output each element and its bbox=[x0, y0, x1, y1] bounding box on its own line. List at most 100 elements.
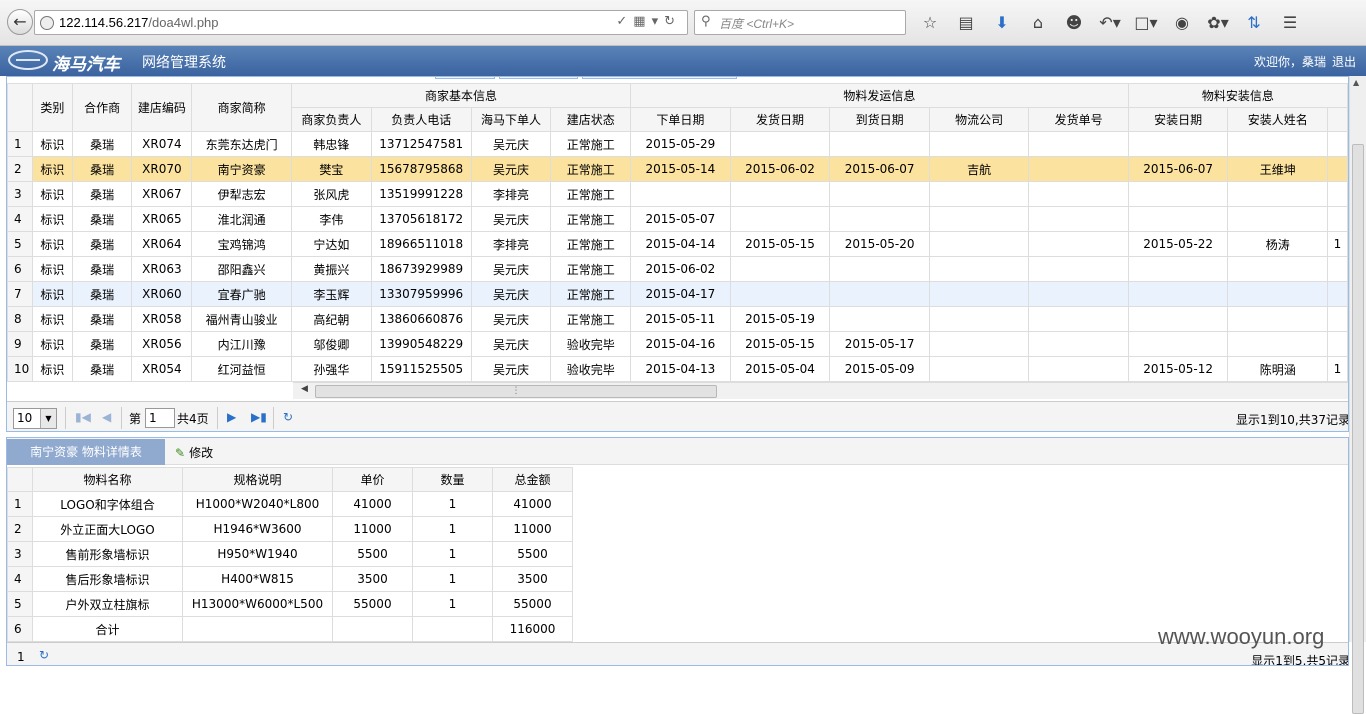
download-icon[interactable]: ⬇ bbox=[984, 10, 1020, 36]
url-bar-icons[interactable]: ✓▦▾↻ bbox=[616, 14, 681, 29]
table-cell: 高纪朝 bbox=[291, 306, 372, 332]
column-header[interactable]: 规格说明 bbox=[182, 467, 333, 492]
table-row[interactable]: 6 标识 桑瑞 XR063 邵阳鑫兴 黄振兴 18673929989 吴元庆 正常施工 2015-… bbox=[7, 256, 1348, 282]
emoji-icon[interactable]: ☻ bbox=[1056, 10, 1092, 36]
table-cell: H950*W1940 bbox=[182, 541, 333, 567]
page-number-input[interactable]: 1 bbox=[145, 408, 175, 428]
table-cell bbox=[1227, 331, 1328, 357]
table-row[interactable]: 1 标识 桑瑞 XR074 东莞东达虎门 韩忠锋 13712547581 吴元庆 正常施工 201… bbox=[7, 131, 1348, 157]
table-row[interactable]: 7 标识 桑瑞 XR060 宜春广驰 李玉辉 13307959996 吴元庆 正常施工 2015-… bbox=[7, 281, 1348, 307]
next-page-icon[interactable]: ▶ bbox=[227, 410, 236, 424]
table-row[interactable]: 6 合计 116000 bbox=[7, 616, 573, 642]
row-number: 6 bbox=[7, 616, 33, 642]
column-header[interactable]: 发货单号 bbox=[1028, 107, 1129, 132]
table-cell: XR063 bbox=[131, 256, 193, 282]
column-header[interactable]: 负责人电话 bbox=[370, 107, 472, 132]
refresh-icon[interactable]: ↻ bbox=[283, 410, 293, 424]
tab-stub[interactable] bbox=[499, 77, 578, 79]
table-cell: 标识 bbox=[31, 356, 73, 382]
horizontal-scrollbar[interactable]: ◀ ⋮ bbox=[293, 382, 1348, 399]
column-header[interactable]: 建店状态 bbox=[550, 107, 632, 132]
table-row[interactable]: 2 标识 桑瑞 XR070 南宁资豪 樊宝 15678795868 吴元庆 正常施工 2015-0… bbox=[7, 156, 1348, 182]
prev-page-icon[interactable]: ◀ bbox=[102, 410, 111, 424]
table-cell: 陈明涵 bbox=[1227, 356, 1328, 382]
column-header[interactable]: 数量 bbox=[412, 467, 493, 492]
table-row[interactable]: 3 售前形象墙标识 H950*W1940 5500 1 5500 bbox=[7, 541, 573, 567]
column-header[interactable]: 安装日期 bbox=[1127, 107, 1229, 132]
table-row[interactable]: 5 标识 桑瑞 XR064 宝鸡锦鸿 宁达如 18966511018 李排亮 正常施工 2015-… bbox=[7, 231, 1348, 257]
detail-page-info: 显示1到5,共5记录 bbox=[1251, 654, 1349, 666]
table-cell bbox=[928, 206, 1030, 232]
table-row[interactable]: 3 标识 桑瑞 XR067 伊犁志宏 张风虎 13519991228 李排亮 正常施工 bbox=[7, 181, 1348, 207]
detail-refresh-icon[interactable]: ↻ bbox=[39, 648, 49, 662]
table-row[interactable]: 2 外立正面大LOGO H1946*W3600 11000 1 11000 bbox=[7, 516, 573, 542]
table-row[interactable]: 1 LOGO和字体组合 H1000*W2040*L800 41000 1 41000 bbox=[7, 491, 573, 517]
table-row[interactable]: 4 售后形象墙标识 H400*W815 3500 1 3500 bbox=[7, 566, 573, 592]
chevron-down-icon[interactable]: ▼ bbox=[40, 409, 56, 428]
search-box[interactable]: ⚲ 百度 <Ctrl+K> bbox=[694, 10, 906, 35]
table-row[interactable]: 8 标识 桑瑞 XR058 福州青山骏业 高纪朝 13860660876 吴元庆 正常施工 201… bbox=[7, 306, 1348, 332]
column-header[interactable]: 商家简称 bbox=[191, 83, 293, 132]
extension-icon[interactable]: ✿▾ bbox=[1200, 10, 1236, 36]
table-cell: 孙强华 bbox=[291, 356, 372, 382]
table-row[interactable]: 10 标识 桑瑞 XR054 红河益恒 孙强华 15911525505 吴元庆 验收完毕 2015… bbox=[7, 356, 1348, 382]
hscroll-thumb[interactable]: ⋮ bbox=[315, 385, 717, 398]
reading-list-icon[interactable]: ▤ bbox=[948, 10, 984, 36]
table-cell bbox=[928, 231, 1030, 257]
address-bar[interactable]: 122.114.56.217/doa4wl.php ✓▦▾↻ bbox=[34, 10, 688, 35]
column-header[interactable]: 下单日期 bbox=[630, 107, 731, 132]
undo-icon[interactable]: ↶▾ bbox=[1092, 10, 1128, 36]
crop-icon[interactable]: □▾ bbox=[1128, 10, 1164, 36]
scrollbar-thumb[interactable] bbox=[1352, 144, 1364, 714]
back-button-icon[interactable]: ← bbox=[7, 9, 33, 35]
tab-material-detail[interactable]: 南宁资豪 物料详情表 bbox=[7, 439, 165, 465]
column-header[interactable]: 安装人姓名 bbox=[1227, 107, 1328, 132]
bookmark-star-icon[interactable]: ☆ bbox=[912, 10, 948, 36]
column-header[interactable]: 到货日期 bbox=[829, 107, 930, 132]
row-number: 10 bbox=[7, 356, 33, 382]
column-header[interactable]: 总金额 bbox=[492, 467, 573, 492]
table-row[interactable]: 4 标识 桑瑞 XR065 淮北润通 李伟 13705618172 吴元庆 正常施工 2015-0… bbox=[7, 206, 1348, 232]
table-cell: 2015-05-20 bbox=[829, 231, 930, 257]
column-header[interactable]: 发货日期 bbox=[729, 107, 831, 132]
scroll-left-icon[interactable]: ◀ bbox=[301, 384, 308, 394]
table-cell: 标识 bbox=[31, 181, 73, 207]
column-header[interactable] bbox=[1327, 107, 1348, 132]
last-page-icon[interactable]: ▶▮ bbox=[251, 410, 267, 424]
column-header[interactable]: 建店编码 bbox=[131, 83, 193, 132]
home-icon[interactable]: ⌂ bbox=[1020, 10, 1056, 36]
page-vertical-scrollbar[interactable]: ▲ bbox=[1349, 76, 1366, 714]
tab-stub[interactable] bbox=[435, 77, 495, 79]
chat-icon[interactable]: ◉ bbox=[1164, 10, 1200, 36]
column-header[interactable]: 物流公司 bbox=[928, 107, 1030, 132]
separator bbox=[217, 407, 218, 429]
table-cell: XR054 bbox=[131, 356, 193, 382]
table-cell: 2015-05-09 bbox=[829, 356, 930, 382]
logout-link[interactable]: 退出 bbox=[1332, 55, 1356, 69]
table-row[interactable]: 9 标识 桑瑞 XR056 内江川豫 邬俊卿 13990548229 吴元庆 验收完毕 2015-… bbox=[7, 331, 1348, 357]
table-cell: 正常施工 bbox=[550, 131, 632, 157]
sync-icon[interactable]: ⇅ bbox=[1236, 10, 1272, 36]
table-cell: 吴元庆 bbox=[470, 131, 552, 157]
table-cell: XR056 bbox=[131, 331, 193, 357]
column-header[interactable]: 类别 bbox=[31, 83, 73, 132]
column-header[interactable]: 合作商 bbox=[71, 83, 133, 132]
page-size-select[interactable]: 10 ▼ bbox=[13, 408, 57, 429]
column-header[interactable]: 商家负责人 bbox=[291, 107, 372, 132]
table-cell: 55000 bbox=[492, 591, 573, 617]
edit-button[interactable]: ✎ 修改 bbox=[175, 444, 213, 461]
first-page-icon[interactable]: ▮◀ bbox=[75, 410, 91, 424]
column-header[interactable]: 物料名称 bbox=[32, 467, 183, 492]
table-row[interactable]: 5 户外双立柱旗标 H13000*W6000*L500 55000 1 55000 bbox=[7, 591, 573, 617]
column-header[interactable]: 海马下单人 bbox=[470, 107, 552, 132]
tab-stub[interactable] bbox=[582, 77, 737, 79]
table-cell: 2015-05-11 bbox=[630, 306, 731, 332]
column-header[interactable]: 单价 bbox=[332, 467, 413, 492]
table-cell: 吴元庆 bbox=[470, 281, 552, 307]
table-cell: 李排亮 bbox=[470, 181, 552, 207]
scroll-up-icon[interactable]: ▲ bbox=[1353, 78, 1359, 87]
menu-icon[interactable]: ☰ bbox=[1272, 10, 1308, 36]
row-number-header bbox=[7, 83, 33, 132]
table-cell: 户外双立柱旗标 bbox=[32, 591, 183, 617]
table-cell bbox=[1127, 206, 1229, 232]
